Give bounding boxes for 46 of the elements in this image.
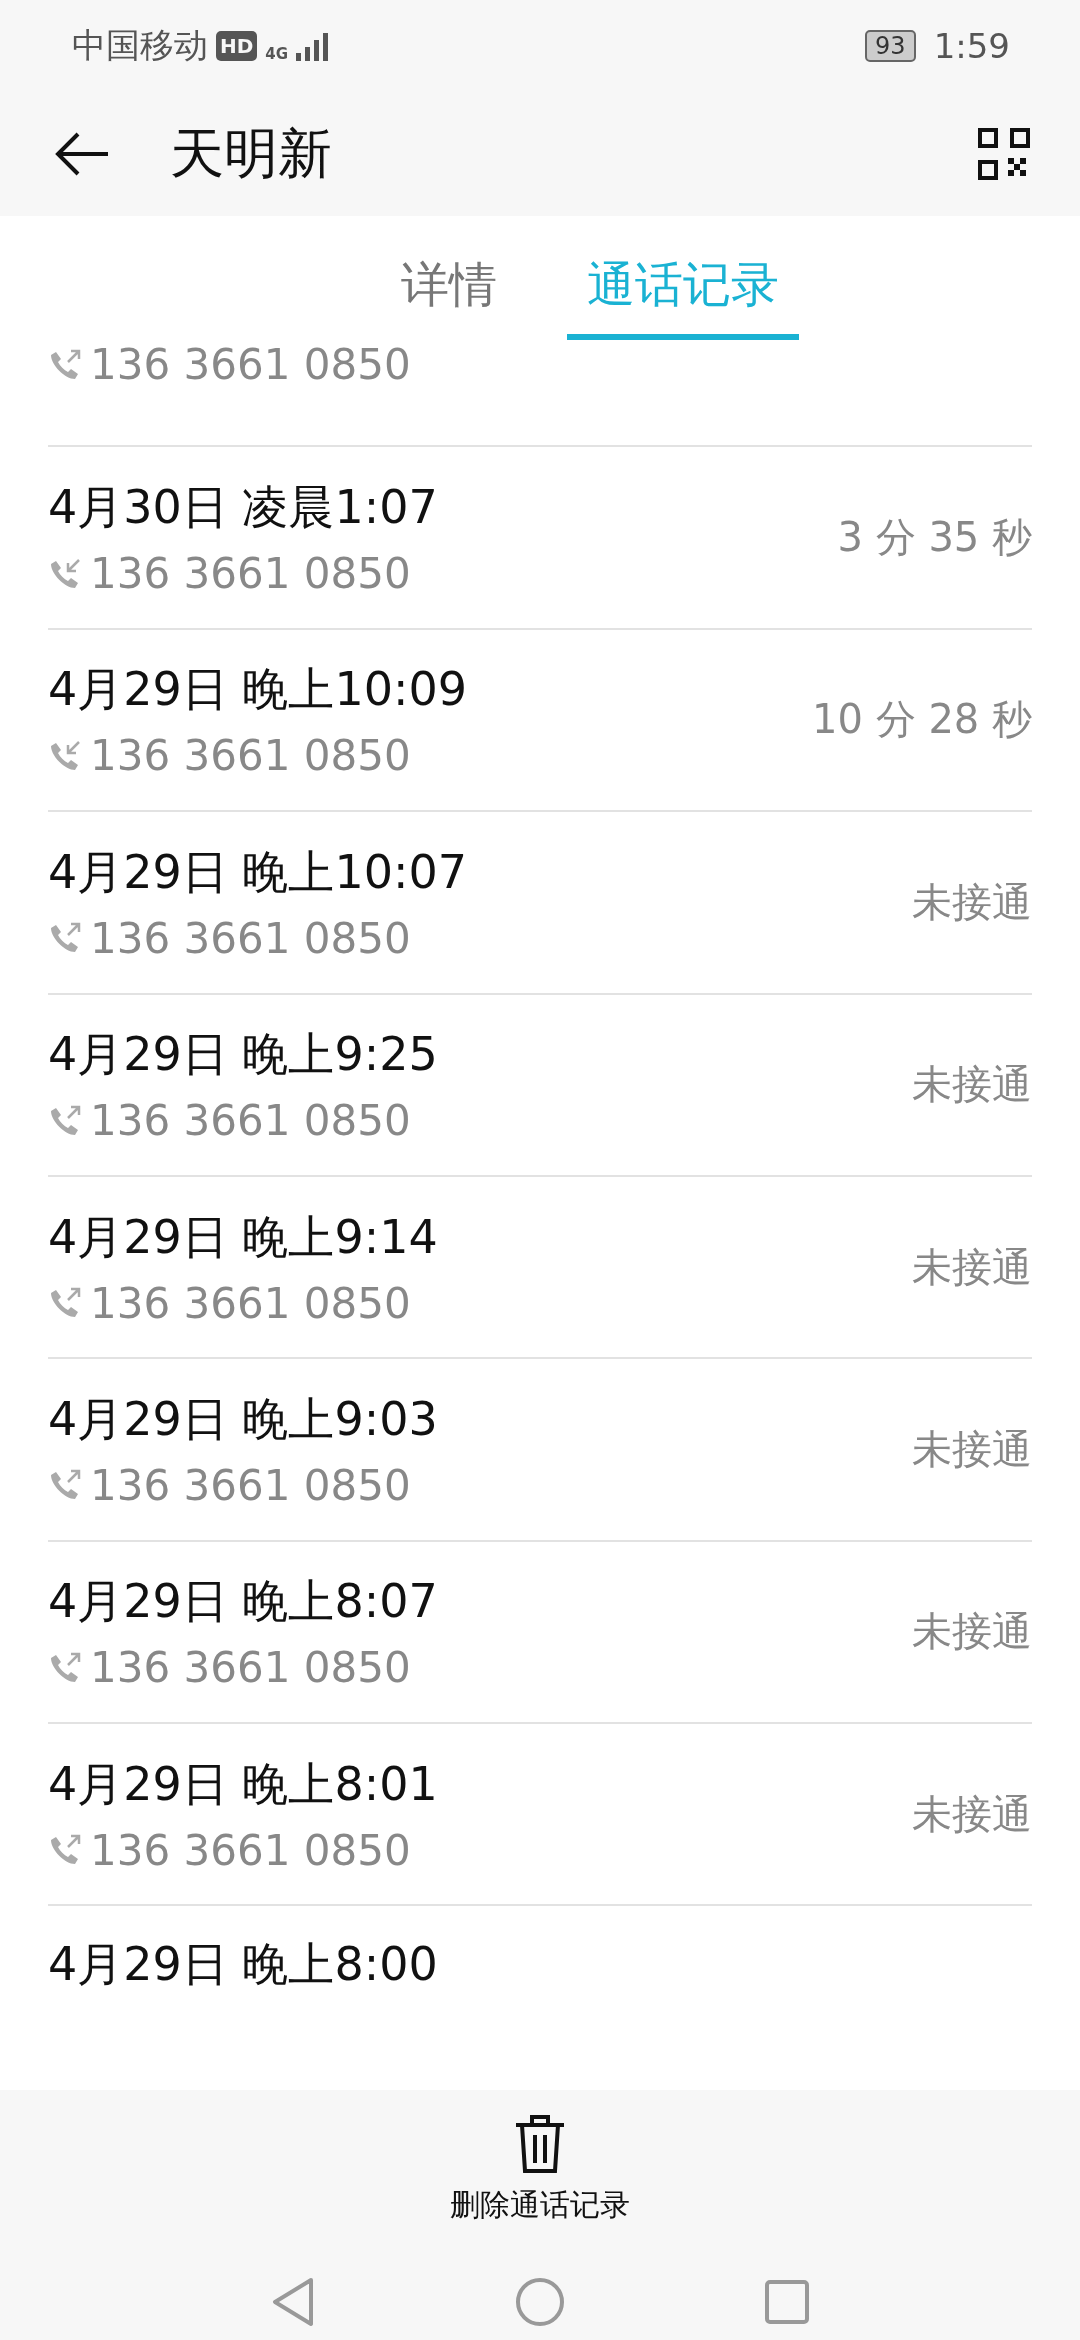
call-time: 4月29日 晚上10:07: [48, 843, 468, 901]
incoming-call-icon: [48, 738, 82, 773]
call-time: 4月29日 晚上8:01: [48, 1755, 439, 1813]
outgoing-call-icon: [48, 1650, 82, 1685]
call-time: 4月29日 晚上8:07: [48, 1573, 439, 1631]
phone-number: 136 3661 0850: [90, 731, 411, 781]
back-arrow-icon[interactable]: [54, 132, 110, 176]
network-type: 4G: [265, 45, 289, 63]
outgoing-call-icon: [48, 1103, 82, 1138]
call-result: 未接通: [912, 1242, 1032, 1292]
battery-indicator: 93: [865, 30, 916, 62]
call-result: 未接通: [912, 1060, 1032, 1110]
contact-name: 天明新: [170, 120, 333, 187]
clock: 1:59: [933, 26, 1010, 66]
carrier-name: 中国移动: [72, 24, 208, 67]
call-time: 4月29日 晚上8:00: [48, 1936, 439, 1994]
tab[interactable]: 详情: [381, 216, 517, 340]
call-time: 4月29日 晚上9:25: [48, 1026, 439, 1084]
call-time: 4月30日 凌晨1:07: [48, 479, 439, 537]
call-result: 未接通: [912, 1424, 1032, 1474]
call-result: 3 分 35 秒: [837, 513, 1032, 563]
signal-icon: [296, 31, 331, 61]
phone-number: 136 3661 0850: [90, 1825, 411, 1875]
phone-number: 136 3661 0850: [90, 1460, 411, 1510]
call-result: 未接通: [912, 1607, 1032, 1657]
phone-number: 136 3661 0850: [90, 340, 411, 389]
call-result: 未接通: [912, 1789, 1032, 1839]
call-result: 10 分 28 秒: [812, 695, 1032, 745]
call-time: 4月29日 晚上10:09: [48, 661, 468, 719]
home-nav-icon[interactable]: [515, 2277, 565, 2327]
incoming-call-icon: [48, 556, 82, 591]
call-result: 未接通: [912, 877, 1032, 927]
hd-badge: HD: [216, 31, 258, 61]
phone-number: 136 3661 0850: [90, 1096, 411, 1146]
call-time: 4月29日 晚上9:14: [48, 1208, 439, 1266]
phone-number: 136 3661 0850: [90, 549, 411, 599]
phone-number: 136 3661 0850: [90, 1643, 411, 1693]
tab[interactable]: 通话记录: [567, 216, 799, 340]
delete-call-log-button[interactable]: 删除通话记录: [444, 2112, 636, 2227]
recents-nav-icon[interactable]: [765, 2280, 809, 2324]
qr-code-icon[interactable]: [978, 128, 1030, 180]
phone-number: 136 3661 0850: [90, 1278, 411, 1328]
outgoing-call-icon: [48, 347, 82, 382]
phone-number: 136 3661 0850: [90, 913, 411, 963]
back-nav-icon[interactable]: [271, 2277, 315, 2327]
call-time: 4月29日 晚上9:03: [48, 1390, 439, 1448]
